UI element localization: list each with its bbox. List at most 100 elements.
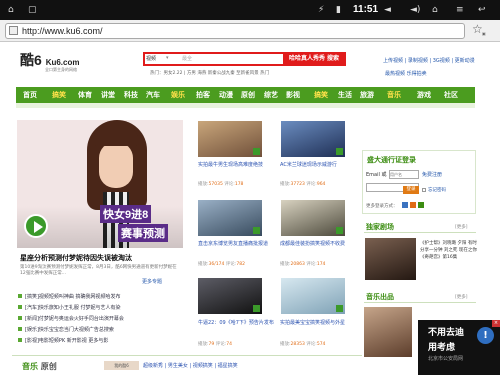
- play-icon: [336, 305, 343, 312]
- music-thumbnail[interactable]: [364, 307, 412, 357]
- nav-item[interactable]: 拍客: [196, 90, 210, 100]
- feature-title[interactable]: 星座分析预测付梦妮待因失误被淘汰: [20, 253, 132, 263]
- nav-item[interactable]: 社区: [444, 90, 458, 100]
- nav-item[interactable]: 音乐: [387, 90, 401, 100]
- chevron-down-icon: ▾: [166, 55, 169, 61]
- logo-tagline: 全口第主身的网络: [45, 67, 77, 72]
- video-thumbnail[interactable]: [281, 278, 345, 314]
- register-link[interactable]: 免费注册: [422, 171, 442, 178]
- video-title[interactable]: 实拍最牛男生现场高难度绝技: [198, 161, 263, 168]
- video-title[interactable]: 直击京东博览男友直播痛批报道: [198, 240, 268, 247]
- app-icon: ▢: [28, 5, 37, 15]
- search-category-select[interactable]: 视频: [146, 55, 156, 62]
- nav-item[interactable]: 首页: [23, 90, 37, 100]
- news-item[interactable]: [搞笑]视频短频叫神曲 搞确我网视频哈发布: [18, 293, 121, 300]
- clock: 11:51: [353, 4, 379, 15]
- main-nav: 首页 搞笑 体育 讲堂 科技 汽车 娱乐 拍客 动漫 原创 综艺 影视 搞笑 生…: [16, 87, 475, 103]
- login-title: 盛大通行证登录: [367, 156, 416, 164]
- logo-brand: Ku6.com: [45, 58, 80, 67]
- home-key-icon[interactable]: ⌂: [432, 5, 438, 15]
- window-count-icon[interactable]: ▣: [482, 31, 486, 36]
- login-provider-icon[interactable]: [402, 202, 408, 208]
- bottom-tabs: 音乐 原创: [22, 361, 57, 372]
- my-ku6-badge[interactable]: 我的酷6: [104, 361, 139, 370]
- url-text[interactable]: http://www.ku6.com/: [22, 24, 103, 38]
- nav-item[interactable]: 综艺: [264, 90, 278, 100]
- tab-original[interactable]: 原创: [41, 362, 57, 371]
- home-icon[interactable]: ⌂: [8, 5, 14, 15]
- logo-text: 酷6: [20, 52, 42, 68]
- search-button[interactable]: 哈哈真人秀秀 搜索: [283, 53, 345, 65]
- nav-item[interactable]: 科技: [124, 90, 138, 100]
- nav-item[interactable]: 汽车: [146, 90, 160, 100]
- video-thumbnail[interactable]: [281, 121, 345, 157]
- search-input[interactable]: 最全: [182, 55, 192, 62]
- play-icon[interactable]: [24, 214, 48, 238]
- video-thumbnail[interactable]: [281, 200, 345, 236]
- login-button[interactable]: 登录: [403, 186, 419, 194]
- volume-up-icon[interactable]: ◄): [410, 5, 420, 15]
- secondary-links[interactable]: 最热视频 乐得拍卖: [385, 70, 427, 77]
- status-bar: ⌂ ▢ ⚡ ▮ 11:51 ◄ ◄) ⌂ ≡ ↩: [0, 0, 500, 20]
- favicon-icon: [9, 26, 18, 35]
- back-icon[interactable]: ↩: [478, 5, 486, 15]
- video-thumbnail[interactable]: [198, 121, 262, 157]
- tab-music[interactable]: 音乐: [22, 362, 38, 371]
- feature-description: 第10进9淘汰赛预测付梦妮发挥正常，8月3日，酷6网快男通道有更新付梦妮在12强…: [20, 265, 177, 276]
- music-more-link[interactable]: [更多]: [455, 294, 468, 300]
- play-icon: [253, 305, 260, 312]
- drama-thumbnail[interactable]: [365, 238, 416, 280]
- play-icon: [336, 148, 343, 155]
- nav-item[interactable]: 生活: [338, 90, 352, 100]
- play-icon: [253, 148, 260, 155]
- nav-item[interactable]: 搞笑: [314, 90, 328, 100]
- usb-icon: ⚡: [318, 5, 325, 15]
- news-item[interactable]: [影视]电影短频PK 新开影视 更多与影: [17, 337, 108, 344]
- more-topics-link[interactable]: 更多专题: [142, 278, 162, 285]
- video-stats: 播放:79 评论:74: [198, 342, 232, 347]
- video-title[interactable]: AC米兰球迷现场示威游行: [280, 161, 337, 168]
- divider: [364, 232, 476, 233]
- video-thumbnail[interactable]: [198, 200, 262, 236]
- more-login-label: 更多登录方式：: [366, 204, 398, 209]
- nav-item[interactable]: 体育: [78, 90, 92, 100]
- hot-search-words[interactable]: 热门：男女2.22 | 方男 海燕 新秦公战九秦 至新雀风景 热门: [150, 70, 269, 76]
- video-stats: 播放:37723 评论:964: [280, 182, 326, 187]
- video-stats: 播放:20863 评论:174: [280, 262, 326, 267]
- video-title[interactable]: 成都最佳装扮搞笑视频不收费: [280, 240, 345, 247]
- video-title[interactable]: 实拍最美宝宝搞笑视频与外星: [280, 319, 345, 326]
- drama-more-link[interactable]: [更多]: [455, 224, 468, 230]
- drama-description[interactable]: 《护士帮》刘晓璐 夕阳 有时分享一分钟 刘之死 现在之你《奇葩宫》第16集: [420, 240, 477, 261]
- video-thumbnail[interactable]: [198, 278, 262, 314]
- volume-down-icon[interactable]: ◄: [384, 5, 391, 15]
- divider: [364, 302, 476, 303]
- bottom-links[interactable]: 超级新秀 | 男生美女 | 视频搞笑 | 福星搞笑: [143, 362, 238, 369]
- video-stats: 播放:28353 评论:574: [280, 342, 326, 347]
- video-title[interactable]: 牛逼22：09《哈7下》预告片发布: [198, 319, 274, 326]
- close-icon[interactable]: ×: [492, 320, 500, 327]
- drama-title: 独家剧场: [366, 223, 394, 231]
- ad-footer: 北京市公安局网: [428, 356, 464, 362]
- login-provider-icon[interactable]: [418, 202, 424, 208]
- ad-headline: 用考虑: [428, 343, 456, 353]
- nav-item[interactable]: 旅游: [360, 90, 374, 100]
- upload-links[interactable]: 上传视频 | 录制视频 | 3G视频 | 更新动漫: [383, 57, 475, 64]
- login-provider-icon[interactable]: [410, 202, 416, 208]
- news-item[interactable]: [新闻]付梦妮与奥运会火好手同台出演开幕会: [18, 315, 124, 322]
- menu-icon[interactable]: ≡: [456, 5, 464, 15]
- feature-tag: 快女9进8: [100, 205, 152, 223]
- nav-item[interactable]: 动漫: [219, 90, 233, 100]
- forgot-password-link[interactable]: 忘记密码: [428, 187, 446, 193]
- nav-item[interactable]: 讲堂: [101, 90, 115, 100]
- nav-item[interactable]: 搞笑: [52, 90, 66, 100]
- nav-item[interactable]: 游戏: [417, 90, 431, 100]
- news-item[interactable]: [汽车]快乐旅知小王礼服 付梦妮与艺人有染: [18, 304, 121, 311]
- nav-item[interactable]: 影视: [286, 90, 300, 100]
- nav-item[interactable]: 娱乐: [171, 90, 185, 100]
- news-item[interactable]: [娱乐]快乐宝宝恋当门大视频广告总搜索: [18, 326, 114, 333]
- remember-checkbox[interactable]: [422, 188, 426, 192]
- email-field[interactable]: [389, 170, 419, 179]
- video-stats: 播放:57035 评论:178: [198, 182, 244, 187]
- nav-item[interactable]: 原创: [241, 90, 255, 100]
- play-icon: [253, 227, 260, 234]
